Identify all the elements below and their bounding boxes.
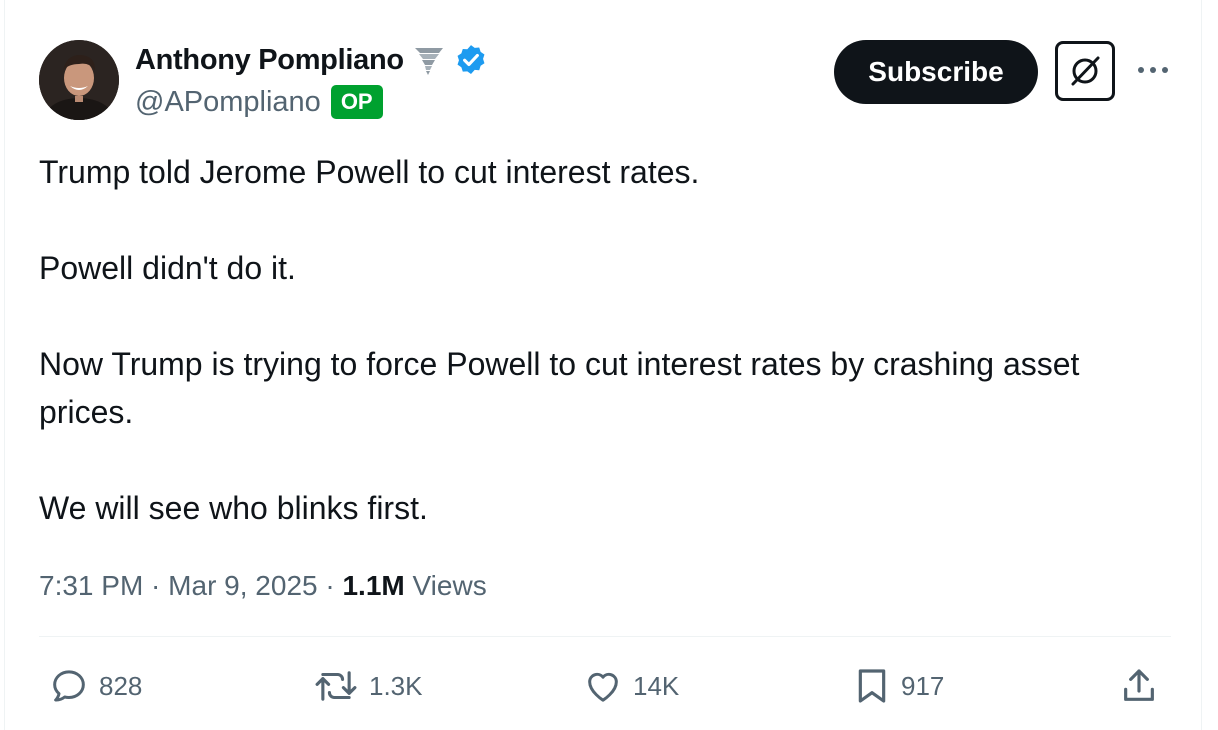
avatar[interactable] xyxy=(39,40,119,120)
bookmark-button[interactable]: 917 xyxy=(853,664,944,708)
tweet-paragraph: We will see who blinks first. xyxy=(39,490,428,526)
op-badge: OP xyxy=(330,85,383,119)
reply-count: 828 xyxy=(99,670,143,701)
grok-icon xyxy=(1071,56,1100,86)
verified-badge-icon[interactable] xyxy=(454,43,488,77)
display-name[interactable]: Anthony Pompliano xyxy=(135,44,404,77)
author-name-row: Anthony Pompliano xyxy=(135,40,488,80)
meta-separator: · xyxy=(143,570,169,601)
tweet-paragraph: Powell didn't do it. xyxy=(39,250,296,286)
like-count: 14K xyxy=(633,670,680,701)
tweet-card: Anthony Pompliano @APompliano OP Subscri… xyxy=(4,0,1202,730)
author-handle-row: @APompliano OP xyxy=(135,82,383,122)
repost-icon xyxy=(315,671,357,701)
share-button[interactable] xyxy=(1119,664,1159,708)
user-handle[interactable]: @APompliano xyxy=(135,86,321,119)
more-options-button[interactable] xyxy=(1133,52,1173,88)
tweet-paragraph: Now Trump is trying to force Powell to c… xyxy=(39,346,1080,430)
tweet-paragraph: Trump told Jerome Powell to cut interest… xyxy=(39,154,700,190)
subscribe-button[interactable]: Subscribe xyxy=(834,40,1038,104)
tweet-time[interactable]: 7:31 PM xyxy=(39,570,143,602)
divider xyxy=(39,636,1171,637)
tweet-meta: 7:31 PM · Mar 9, 2025 · 1.1M Views xyxy=(39,564,487,608)
reply-icon xyxy=(53,670,85,702)
reply-button[interactable]: 828 xyxy=(49,664,142,708)
like-button[interactable]: 14K xyxy=(583,664,679,708)
meta-separator: · xyxy=(317,570,343,601)
repost-count: 1.3K xyxy=(369,670,423,701)
grok-button[interactable] xyxy=(1055,41,1115,101)
more-horizontal-icon xyxy=(1138,67,1168,73)
avatar-image xyxy=(39,40,119,120)
repost-button[interactable]: 1.3K xyxy=(313,664,423,708)
tornado-icon xyxy=(412,43,446,77)
bookmark-count: 917 xyxy=(901,670,945,701)
bookmark-icon xyxy=(858,669,886,703)
heart-icon xyxy=(588,672,618,702)
tweet-date[interactable]: Mar 9, 2025 xyxy=(168,570,317,602)
tweet-text: Trump told Jerome Powell to cut interest… xyxy=(39,148,1159,532)
views-label: Views xyxy=(404,570,487,601)
share-icon xyxy=(1124,669,1154,701)
views-count: 1.1M xyxy=(342,570,405,601)
